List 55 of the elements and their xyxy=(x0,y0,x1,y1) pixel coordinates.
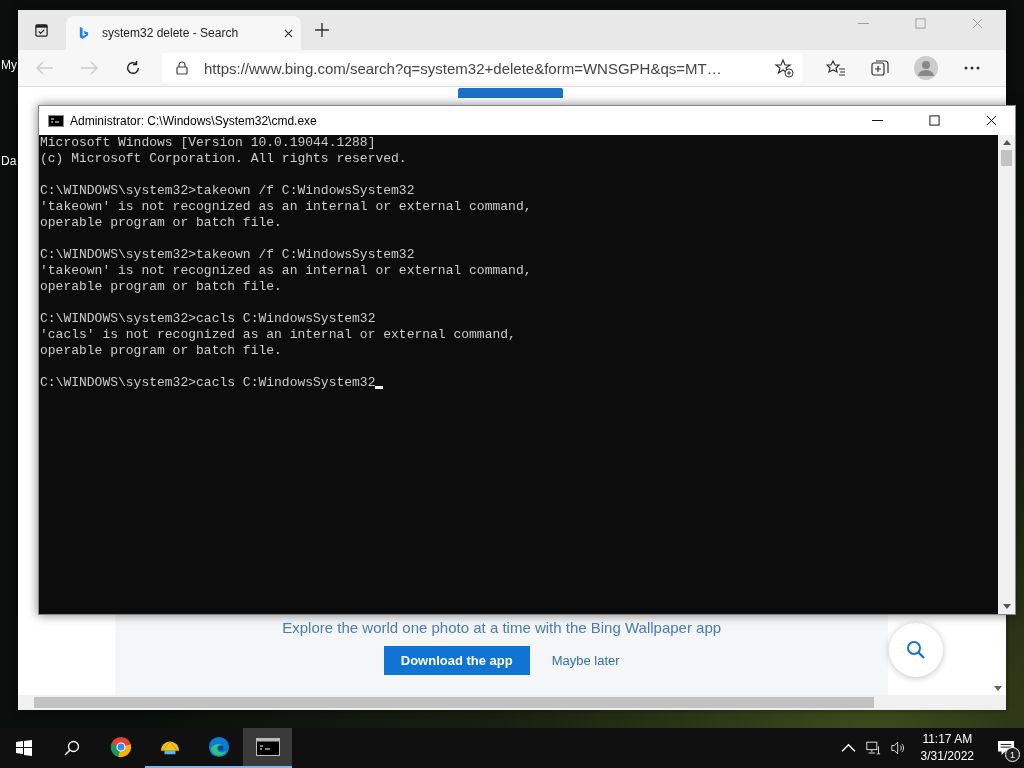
console-line: operable program or batch file. xyxy=(40,215,282,231)
console-line: (c) Microsoft Corporation. All rights reserved. xyxy=(40,151,407,167)
address-bar[interactable]: https://www.bing.com/search?q=system32+delete&form=WNSGPH&qs=MT… xyxy=(162,53,802,83)
scroll-down-icon[interactable] xyxy=(1002,604,1011,609)
maximize-icon[interactable] xyxy=(929,115,940,126)
scroll-thumb[interactable] xyxy=(1001,150,1012,166)
search-button[interactable] xyxy=(889,623,944,677)
console-line: 'takeown' is not recognized as an internal or external command, xyxy=(40,199,532,215)
tab-actions-icon[interactable] xyxy=(34,22,49,38)
clock-time[interactable]: 11:17 AM xyxy=(922,731,973,748)
horizontal-scrollbar[interactable] xyxy=(18,695,1006,710)
console-line: C:\WINDOWS\system32>takeown /f C:WindowsSystem32 xyxy=(40,183,415,199)
vertical-scrollbar[interactable] xyxy=(998,135,1015,614)
add-favorite-icon[interactable] xyxy=(774,58,794,78)
taskbar-app[interactable] xyxy=(243,728,292,768)
collections-icon[interactable] xyxy=(870,58,890,78)
clock-date[interactable]: 3/31/2022 xyxy=(920,748,974,765)
notification-badge: 1 xyxy=(1005,747,1020,762)
console-icon xyxy=(255,736,280,758)
more-icon[interactable] xyxy=(964,66,980,70)
refresh-icon[interactable] xyxy=(124,60,142,76)
maybe-later-link[interactable]: Maybe later xyxy=(551,653,620,668)
console-line: C:\WINDOWS\system32>takeown /f C:WindowsSystem32 xyxy=(40,247,415,263)
scroll-down-icon[interactable] xyxy=(994,686,1003,691)
console-line: Microsoft Windows [Version 10.0.19044.1288] xyxy=(40,135,376,151)
console-icon xyxy=(48,114,64,127)
console-line: C:\WINDOWS\system32>cacls C:WindowsSystem32 xyxy=(40,375,376,391)
scroll-thumb[interactable] xyxy=(34,697,874,708)
network-icon[interactable] xyxy=(865,741,881,755)
close-icon[interactable] xyxy=(986,115,997,126)
close-tab-icon[interactable] xyxy=(284,28,293,38)
console-line: 'takeown' is not recognized as an internal or external command, xyxy=(40,263,532,279)
start-icon[interactable] xyxy=(16,740,32,756)
console-line: 'cacls' is not recognized as an internal or external command, xyxy=(40,327,516,343)
download-button[interactable]: Download the app xyxy=(383,646,530,675)
console-line: operable program or batch file. xyxy=(40,279,282,295)
search-icon[interactable] xyxy=(64,740,80,756)
console-line: operable program or batch file. xyxy=(40,343,282,359)
desktop-icon-label[interactable]: My xyxy=(1,58,17,72)
edge-browser-icon xyxy=(206,736,231,758)
chrome-browser-icon xyxy=(108,736,133,758)
search-icon xyxy=(906,640,927,660)
new-tab-icon[interactable] xyxy=(315,23,329,37)
bing-logo-icon xyxy=(78,25,89,41)
console-line: C:\WINDOWS\system32>cacls C:WindowsSystem32 xyxy=(40,311,376,327)
promo-text: Explore the world one photo at a time with the Bing Wallpaper app xyxy=(282,619,722,636)
lock-icon xyxy=(176,61,188,75)
favorites-icon[interactable] xyxy=(826,58,846,78)
scroll-up-icon[interactable] xyxy=(1002,140,1011,145)
desktop-icon-label[interactable]: Da xyxy=(1,154,17,168)
chevron-up-icon[interactable] xyxy=(840,741,856,755)
volume-icon[interactable] xyxy=(890,741,906,755)
window-title: Administrator: C:\Windows\System32\cmd.exe xyxy=(70,113,317,128)
browser-tab[interactable]: system32 delete - Search xyxy=(66,16,301,50)
profile-avatar-icon[interactable] xyxy=(914,56,938,80)
